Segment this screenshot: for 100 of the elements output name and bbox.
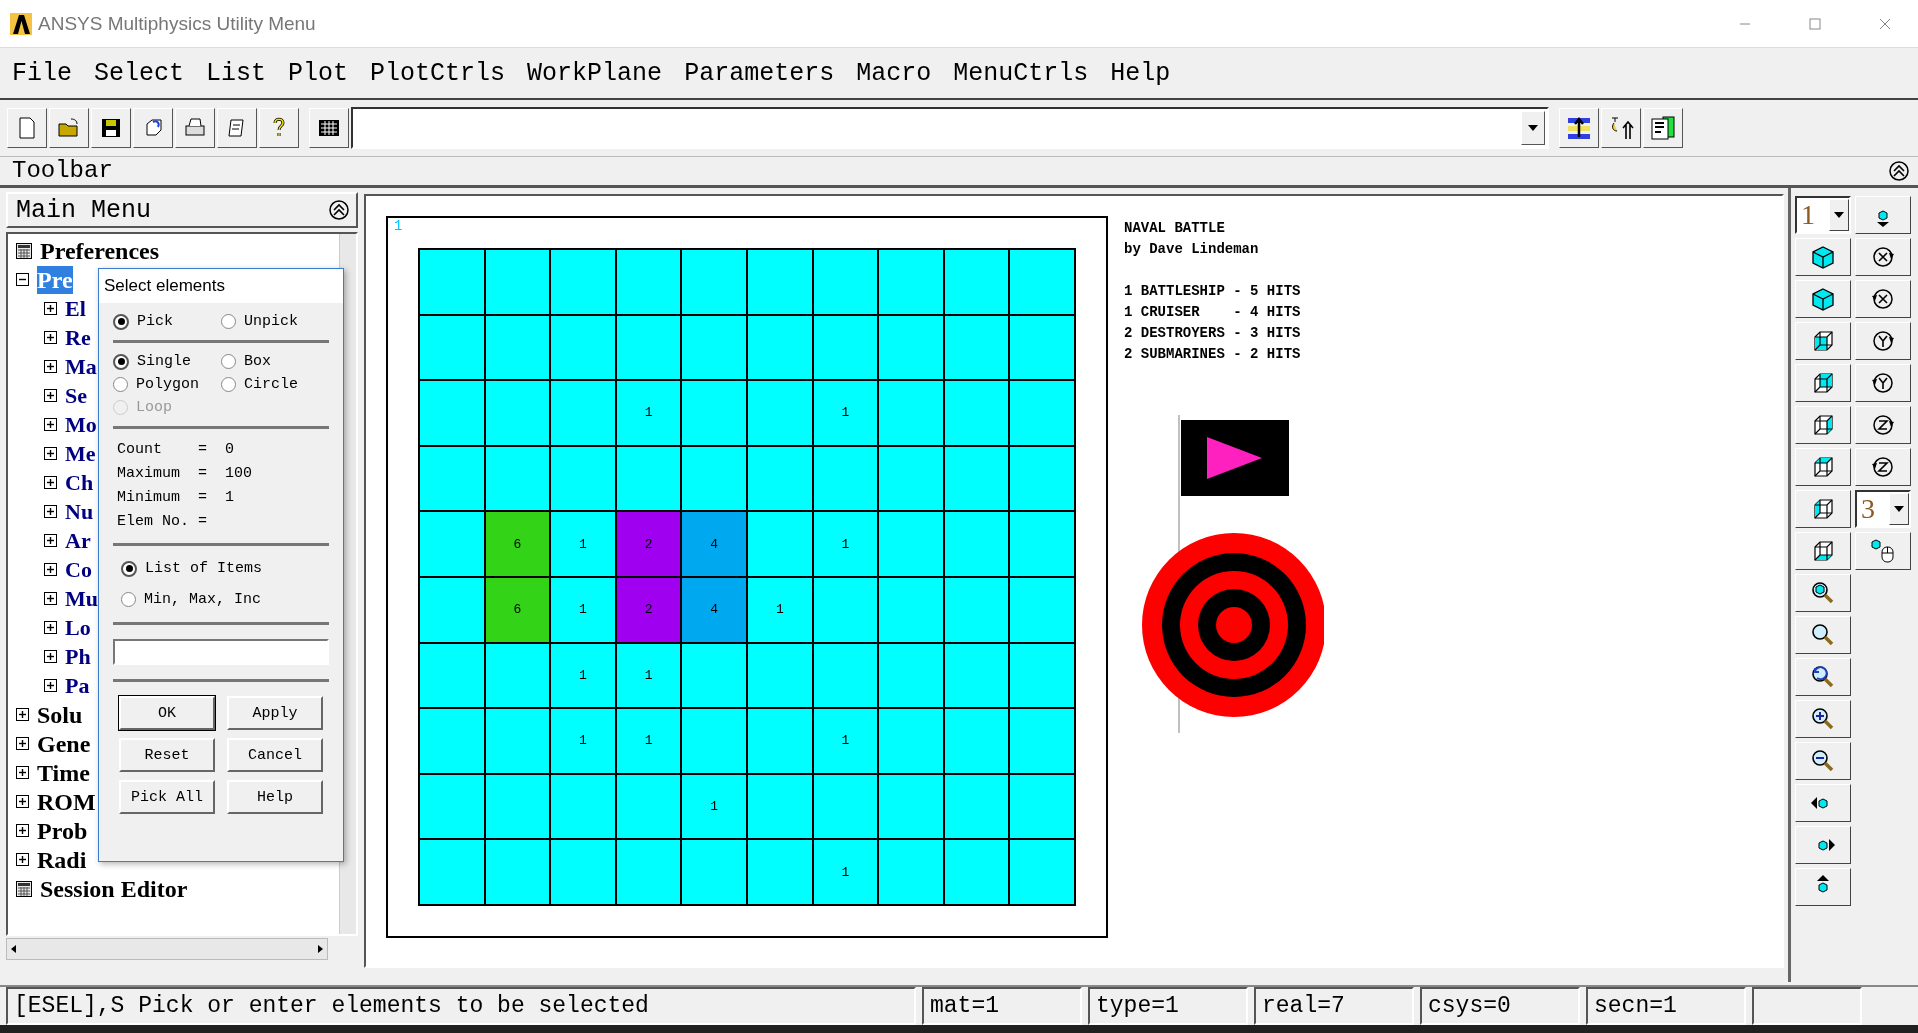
collapse-icon[interactable]	[328, 199, 350, 221]
toolbar-button[interactable]	[1855, 448, 1911, 486]
menu-item[interactable]: PlotCtrls	[370, 58, 506, 88]
radio-icon[interactable]	[113, 313, 129, 330]
toolbar-button[interactable]	[133, 108, 173, 148]
expand-icon[interactable]	[16, 708, 29, 721]
toolbar-button[interactable]	[1855, 196, 1911, 234]
tree-item[interactable]: Pa	[65, 671, 90, 700]
toolbar-button[interactable]	[1795, 574, 1851, 612]
expand-icon[interactable]	[16, 853, 29, 866]
radio-icon[interactable]	[221, 377, 236, 392]
collapse-icon[interactable]	[16, 273, 29, 286]
expand-icon[interactable]	[44, 302, 57, 315]
toolbar-button[interactable]	[1795, 280, 1851, 318]
tree-item[interactable]: Ph	[65, 642, 91, 671]
menu-item[interactable]: Help	[1110, 58, 1171, 88]
toolbar-button[interactable]	[1795, 532, 1851, 570]
menu-item[interactable]: MenuCtrls	[953, 58, 1089, 88]
expand-icon[interactable]	[44, 331, 57, 344]
tree-item[interactable]: Prob	[37, 816, 88, 845]
dialog-button[interactable]: Pick All	[119, 780, 215, 814]
expand-icon[interactable]	[44, 621, 57, 634]
toolbar-button[interactable]	[1855, 364, 1911, 402]
radio-button[interactable]: Polygon	[113, 376, 221, 393]
toolbar-button[interactable]	[7, 108, 47, 148]
toolbar-button[interactable]	[309, 108, 349, 148]
radio-button[interactable]: Min, Max, Inc	[121, 591, 321, 608]
toolbar-button[interactable]	[1601, 108, 1641, 148]
dropdown-arrow-icon[interactable]	[1834, 212, 1844, 218]
tree-item[interactable]: Pre	[37, 265, 73, 294]
menu-item[interactable]: Parameters	[684, 58, 835, 88]
expand-icon[interactable]	[44, 650, 57, 663]
tree-item[interactable]: Gene	[37, 729, 91, 758]
toolbar-button[interactable]	[1795, 448, 1851, 486]
menu-item[interactable]: Plot	[288, 58, 349, 88]
toolbar-button[interactable]	[1855, 406, 1911, 444]
tree-item[interactable]: Session Editor	[40, 874, 188, 903]
radio-icon[interactable]	[221, 314, 236, 329]
expand-icon[interactable]	[16, 824, 29, 837]
toolbar-button[interactable]	[175, 108, 215, 148]
toolbar-button[interactable]	[1795, 784, 1851, 822]
tree-item[interactable]: Re	[65, 323, 91, 352]
expand-icon[interactable]	[16, 795, 29, 808]
expand-icon[interactable]	[44, 389, 57, 402]
expand-icon[interactable]	[44, 592, 57, 605]
tree-item[interactable]: Me	[65, 439, 96, 468]
toolbar-button[interactable]	[1795, 616, 1851, 654]
menu-item[interactable]: Macro	[856, 58, 932, 88]
collapse-icon[interactable]	[1888, 160, 1910, 182]
expand-icon[interactable]	[44, 360, 57, 373]
expand-icon[interactable]	[44, 534, 57, 547]
expand-icon[interactable]	[16, 737, 29, 750]
tree-item[interactable]: Solu	[37, 700, 83, 729]
toolbar-button[interactable]	[1559, 108, 1599, 148]
tree-item[interactable]: Mo	[65, 410, 97, 439]
toolbar-button[interactable]	[1795, 868, 1851, 906]
tree-item[interactable]: Ar	[65, 526, 91, 555]
tree-item[interactable]: Ma	[65, 352, 97, 381]
dropdown-arrow-icon[interactable]	[1894, 506, 1904, 512]
tree-item[interactable]: Mu	[65, 584, 98, 613]
menu-item[interactable]: List	[206, 58, 267, 88]
toolbar-button[interactable]	[1795, 826, 1851, 864]
increment-dropdown[interactable]: 3	[1855, 490, 1911, 528]
tree-item[interactable]: Ch	[65, 468, 94, 497]
toolbar-button[interactable]	[1795, 700, 1851, 738]
menu-item[interactable]: WorkPlane	[527, 58, 663, 88]
expand-icon[interactable]	[16, 766, 29, 779]
radio-icon[interactable]	[121, 560, 137, 577]
menu-item[interactable]: File	[12, 58, 72, 88]
toolbar-button[interactable]	[259, 108, 299, 148]
tree-item[interactable]: Time	[37, 758, 90, 787]
expand-icon[interactable]	[44, 563, 57, 576]
tree-item[interactable]: Co	[65, 555, 92, 584]
tree-item[interactable]: ROM	[37, 787, 96, 816]
dialog-button[interactable]: OK	[119, 696, 215, 730]
expand-icon[interactable]	[44, 476, 57, 489]
dialog-button[interactable]: Reset	[119, 738, 215, 772]
tree-item[interactable]: Lo	[65, 613, 91, 642]
tree-item[interactable]: Preferences	[40, 236, 160, 265]
dialog-button[interactable]: Help	[227, 780, 323, 814]
toolbar-button[interactable]	[1643, 108, 1683, 148]
toolbar-button[interactable]	[49, 108, 89, 148]
radio-button[interactable]: Pick	[113, 313, 221, 330]
radio-icon[interactable]	[121, 592, 136, 607]
toolbar-button[interactable]	[1795, 490, 1851, 528]
toolbar-button[interactable]	[1795, 406, 1851, 444]
toolbar-button[interactable]	[1795, 238, 1851, 276]
radio-button[interactable]: Single	[113, 353, 221, 370]
radio-button[interactable]: List of Items	[121, 560, 321, 577]
radio-icon[interactable]	[113, 377, 128, 392]
radio-button[interactable]: Box	[221, 353, 329, 370]
tree-item[interactable]: Se	[65, 381, 87, 410]
tree-item[interactable]: Nu	[65, 497, 94, 526]
scrollbar[interactable]	[6, 938, 328, 960]
toolbar-button[interactable]	[1855, 532, 1911, 570]
dialog-button[interactable]: Cancel	[227, 738, 323, 772]
radio-icon[interactable]	[221, 354, 236, 369]
toolbar-button[interactable]	[1855, 280, 1911, 318]
expand-icon[interactable]	[44, 505, 57, 518]
expand-icon[interactable]	[44, 447, 57, 460]
